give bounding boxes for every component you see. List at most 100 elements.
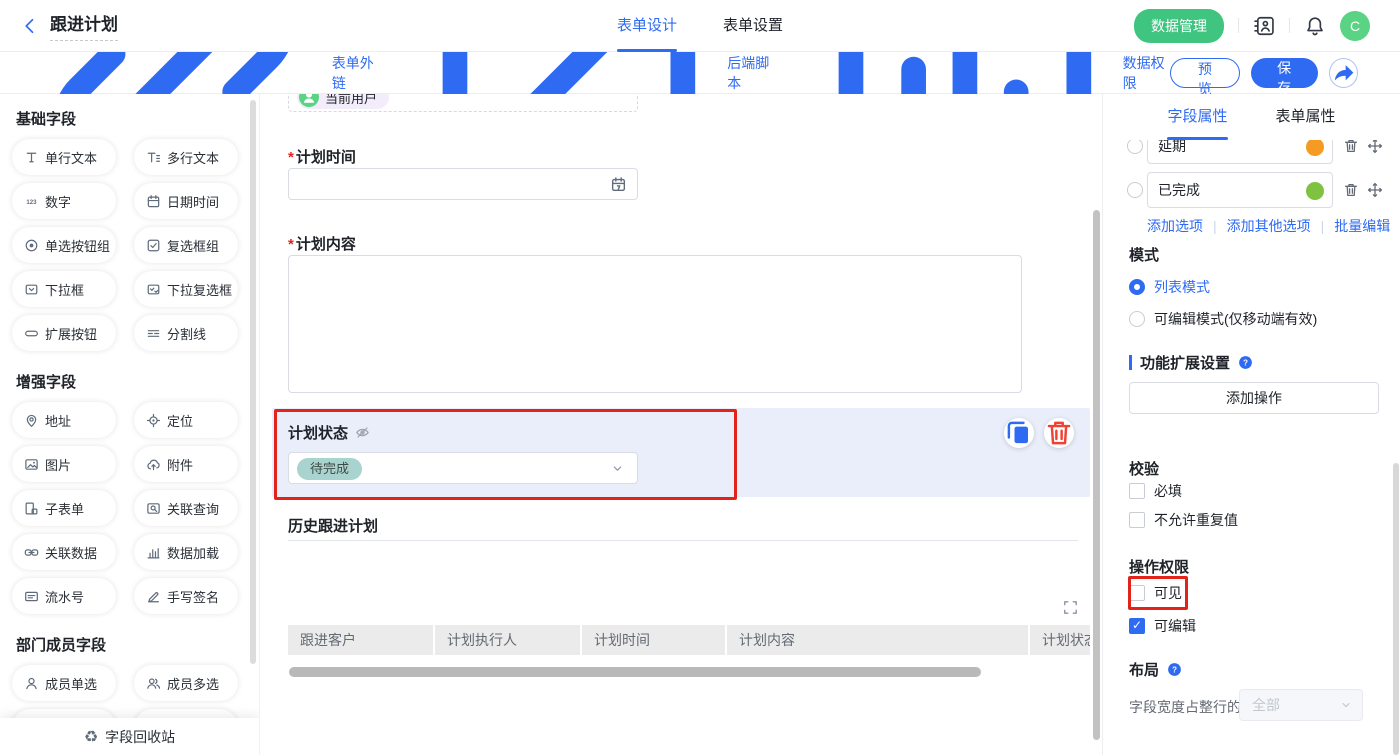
field-type-label: 图片 bbox=[45, 455, 71, 474]
field-type-button-lookup[interactable]: 关联查询 bbox=[134, 490, 238, 526]
bell-icon[interactable] bbox=[1304, 15, 1326, 37]
option-action-link[interactable]: 批量编辑 bbox=[1334, 216, 1390, 236]
option-color-dot[interactable] bbox=[1306, 182, 1324, 200]
field-type-button-image[interactable]: 图片 bbox=[12, 446, 116, 482]
form-designer-app: 跟进计划 表单设计 表单设置 数据管理 C 表单外链后端脚本数据权限 预览 保存… bbox=[0, 0, 1400, 755]
option-action-link[interactable]: 添加选项 bbox=[1147, 216, 1203, 236]
delete-option-icon[interactable] bbox=[1343, 182, 1359, 198]
field-type-button-member-single[interactable]: 成员单选 bbox=[12, 665, 116, 701]
field-type-button-subform[interactable]: 子表单 bbox=[12, 490, 116, 526]
field-type-button-member-multi[interactable]: 成员多选 bbox=[134, 665, 238, 701]
back-icon[interactable] bbox=[20, 16, 40, 36]
plan-content-textarea[interactable] bbox=[288, 255, 1022, 393]
move-option-icon[interactable] bbox=[1367, 182, 1383, 198]
option-action-link[interactable]: 添加其他选项 bbox=[1227, 216, 1311, 236]
plan-status-select[interactable]: 待完成 bbox=[288, 452, 638, 484]
validation-section-title: 校验 bbox=[1129, 458, 1159, 479]
back-icon bbox=[20, 16, 40, 36]
option-color-dot[interactable] bbox=[1306, 138, 1324, 156]
field-type-button-datetime[interactable]: 日期时间 bbox=[134, 183, 238, 219]
field-type-label: 关联查询 bbox=[167, 499, 219, 518]
field-type-label: 手写签名 bbox=[167, 587, 219, 606]
field-type-button-select[interactable]: 下拉框 bbox=[12, 271, 116, 307]
mode-radio-row[interactable]: 可编辑模式(仅移动端有效) bbox=[1129, 309, 1317, 329]
field-type-button-attachment[interactable]: 附件 bbox=[134, 446, 238, 482]
field-width-select[interactable]: 全部 bbox=[1239, 689, 1363, 721]
history-table-header: 跟进客户计划执行人计划时间计划内容计划状态 bbox=[288, 625, 1090, 655]
move-option-icon[interactable] bbox=[1367, 138, 1383, 154]
checkbox-row[interactable]: 必填 bbox=[1129, 481, 1182, 501]
tab-form-properties[interactable]: 表单属性 bbox=[1276, 94, 1336, 140]
status-value-tag: 待完成 bbox=[297, 458, 362, 480]
plan-content-label: 计划内容 bbox=[288, 233, 356, 254]
svg-text:?: ? bbox=[1243, 358, 1248, 367]
field-type-button-address[interactable]: 地址 bbox=[12, 402, 116, 438]
field-recycle-bin-button[interactable]: ♻ 字段回收站 bbox=[0, 718, 259, 755]
eye-off-icon bbox=[355, 425, 370, 440]
field-type-label: 日期时间 bbox=[167, 192, 219, 211]
question-icon[interactable]: ? bbox=[1167, 662, 1182, 677]
panel-scrollbar[interactable] bbox=[1393, 463, 1399, 755]
field-type-button-location[interactable]: 定位 bbox=[134, 402, 238, 438]
checkbox-row[interactable]: 不允许重复值 bbox=[1129, 510, 1238, 530]
option-radio[interactable] bbox=[1127, 182, 1143, 198]
field-type-label: 关联数据 bbox=[45, 543, 97, 562]
field-type-button-multi-text[interactable]: 多行文本 bbox=[134, 139, 238, 175]
plan-time-input[interactable] bbox=[288, 168, 638, 200]
field-type-button-radio-group[interactable]: 单选按钮组 bbox=[12, 227, 116, 263]
plan-status-field-selected[interactable]: 计划状态 待完成 bbox=[272, 408, 1090, 497]
copy-field-button[interactable] bbox=[1004, 418, 1034, 448]
section-marker bbox=[1129, 355, 1132, 370]
field-type-button-ext-button[interactable]: 扩展按钮 bbox=[12, 315, 116, 351]
current-user-field[interactable]: 当前用户 bbox=[288, 94, 638, 112]
expand-icon[interactable] bbox=[1062, 599, 1079, 616]
checkbox-row[interactable]: 可编辑 bbox=[1129, 616, 1196, 636]
field-type-label: 数字 bbox=[45, 192, 71, 211]
bell-icon bbox=[1304, 15, 1326, 37]
extension-section-title: 功能扩展设置 bbox=[1140, 352, 1230, 373]
page-title[interactable]: 跟进计划 bbox=[50, 10, 118, 41]
sidebar-scrollbar[interactable] bbox=[250, 100, 256, 664]
divider bbox=[1289, 18, 1290, 33]
serial-icon bbox=[24, 589, 39, 604]
field-type-label: 定位 bbox=[167, 411, 193, 430]
table-header-cell: 跟进客户 bbox=[288, 625, 433, 655]
field-type-label: 成员多选 bbox=[167, 674, 219, 693]
field-type-button-number[interactable]: 123数字 bbox=[12, 183, 116, 219]
question-icon[interactable]: ? bbox=[1238, 355, 1253, 370]
save-button[interactable]: 保存 bbox=[1251, 58, 1318, 88]
option-radio[interactable] bbox=[1127, 138, 1143, 154]
contact-book-icon[interactable] bbox=[1253, 15, 1275, 37]
tab-form-design[interactable]: 表单设计 bbox=[617, 0, 677, 52]
option-input[interactable]: 已完成 bbox=[1147, 172, 1333, 208]
field-type-button-single-text[interactable]: 单行文本 bbox=[12, 139, 116, 175]
field-type-button-divider-line[interactable]: 分割线 bbox=[134, 315, 238, 351]
canvas-vertical-scrollbar[interactable] bbox=[1093, 210, 1100, 740]
checkbox-row[interactable]: 可见 bbox=[1129, 583, 1182, 603]
delete-field-button[interactable] bbox=[1044, 418, 1074, 448]
tab-form-settings[interactable]: 表单设置 bbox=[723, 0, 783, 52]
field-type-button-checkbox-group[interactable]: 复选框组 bbox=[134, 227, 238, 263]
chevron-down-icon bbox=[610, 461, 625, 476]
mode-radio-row[interactable]: 列表模式 bbox=[1129, 277, 1210, 297]
add-operation-button[interactable]: 添加操作 bbox=[1129, 382, 1379, 414]
section-divider bbox=[288, 540, 1078, 541]
field-type-button-multiselect[interactable]: 下拉复选框 bbox=[134, 271, 238, 307]
delete-option-icon[interactable] bbox=[1343, 138, 1359, 154]
field-type-button-signature[interactable]: 手写签名 bbox=[134, 578, 238, 614]
subform-icon bbox=[24, 501, 39, 516]
data-manage-button[interactable]: 数据管理 bbox=[1134, 9, 1224, 43]
field-type-label: 数据加载 bbox=[167, 543, 219, 562]
contact-book-icon bbox=[1253, 15, 1275, 37]
share-icon[interactable] bbox=[1329, 58, 1358, 88]
form-design-canvas: 当前用户 计划时间 计划内容 计划状态 待完成 bbox=[260, 94, 1102, 755]
field-type-button-serial[interactable]: 流水号 bbox=[12, 578, 116, 614]
field-type-button-dataload[interactable]: 数据加载 bbox=[134, 534, 238, 570]
tab-field-properties[interactable]: 字段属性 bbox=[1167, 94, 1227, 140]
preview-button[interactable]: 预览 bbox=[1170, 58, 1239, 88]
table-horizontal-scrollbar[interactable] bbox=[289, 667, 981, 677]
toolbar-link-label: 后端脚本 bbox=[727, 53, 775, 93]
avatar[interactable]: C bbox=[1340, 11, 1370, 41]
checkbox-label: 不允许重复值 bbox=[1154, 510, 1238, 530]
field-type-button-linkdata[interactable]: 关联数据 bbox=[12, 534, 116, 570]
